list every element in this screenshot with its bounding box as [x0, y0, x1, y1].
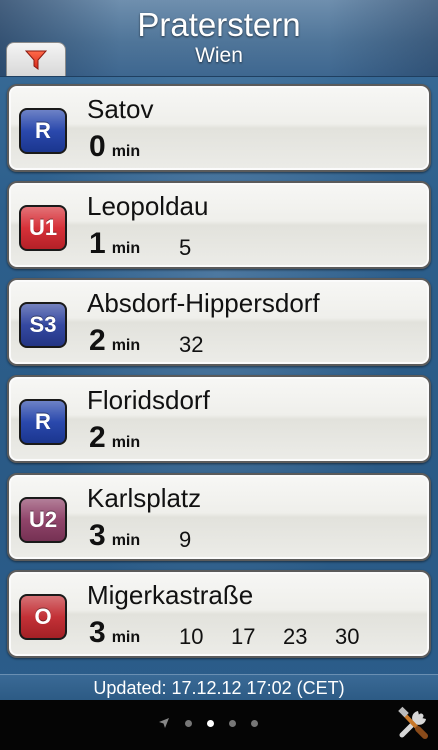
departure-card[interactable]: O Migerkastraße 3 min 10 17 23 30 — [7, 570, 431, 658]
departure-card[interactable]: U2 Karlsplatz 3 min 9 — [7, 473, 431, 561]
page-indicator[interactable] — [158, 717, 273, 729]
departure-minutes: 2 min — [89, 324, 140, 358]
next-departure-minutes: 10 — [179, 624, 204, 649]
minutes-value: 0 — [89, 130, 106, 163]
minutes-value: 2 — [89, 324, 106, 357]
line-badge: R — [19, 108, 67, 154]
filter-button[interactable] — [6, 42, 66, 76]
next-departure-minutes: 32 — [179, 332, 204, 357]
departure-card[interactable]: R Satov 0 min — [7, 84, 431, 172]
minutes-unit: min — [111, 629, 141, 646]
departure-card[interactable]: R Floridsdorf 2 min — [7, 375, 431, 463]
destination-label: Absdorf-Hippersdorf — [87, 288, 320, 318]
next-departure-minutes: 9 — [179, 527, 192, 552]
filter-funnel-icon — [24, 50, 48, 70]
minutes-value: 3 — [89, 616, 106, 649]
page-dot[interactable] — [229, 719, 236, 727]
destination-label: Migerkastraße — [87, 580, 254, 610]
destination-label: Satov — [87, 94, 154, 124]
departure-card[interactable]: S3 Absdorf-Hippersdorf 2 min 32 — [7, 278, 431, 366]
line-badge: U2 — [19, 497, 67, 543]
minutes-value: 2 — [89, 421, 106, 454]
tools-icon — [398, 706, 428, 739]
minutes-unit: min — [111, 434, 141, 451]
updated-status: Updated: 17.12.12 17:02 (CET) — [0, 674, 438, 701]
minutes-unit: min — [111, 337, 141, 354]
line-badge: O — [19, 594, 67, 640]
next-departure-minutes: 5 — [179, 235, 192, 260]
next-departure-minutes: 17 — [231, 624, 256, 649]
destination-label: Leopoldau — [87, 191, 209, 221]
minutes-value: 1 — [89, 227, 106, 260]
minutes-unit: min — [111, 532, 141, 549]
page-dot[interactable] — [251, 719, 258, 727]
minutes-unit: min — [111, 240, 141, 257]
line-badge: S3 — [19, 302, 67, 348]
departure-card[interactable]: U1 Leopoldau 1 min 5 — [7, 181, 431, 269]
departure-minutes: 3 min — [89, 519, 140, 553]
departure-minutes: 1 min — [89, 227, 140, 261]
destination-label: Floridsdorf — [87, 385, 210, 415]
settings-button[interactable] — [394, 705, 432, 743]
page-dot[interactable] — [207, 719, 214, 727]
page-dot[interactable] — [185, 719, 192, 727]
header: Praterstern Wien — [0, 0, 438, 77]
departure-minutes: 3 min — [89, 616, 140, 650]
destination-label: Karlsplatz — [87, 483, 202, 513]
line-badge: R — [19, 399, 67, 445]
line-badge: U1 — [19, 205, 67, 251]
next-departure-minutes: 30 — [335, 624, 360, 649]
minutes-value: 3 — [89, 519, 106, 552]
station-title: Praterstern — [137, 6, 301, 43]
departure-minutes: 0 min — [89, 130, 140, 164]
location-arrow-icon — [159, 718, 169, 728]
departure-minutes: 2 min — [89, 421, 140, 455]
minutes-unit: min — [111, 143, 141, 160]
next-departure-minutes: 23 — [283, 624, 308, 649]
